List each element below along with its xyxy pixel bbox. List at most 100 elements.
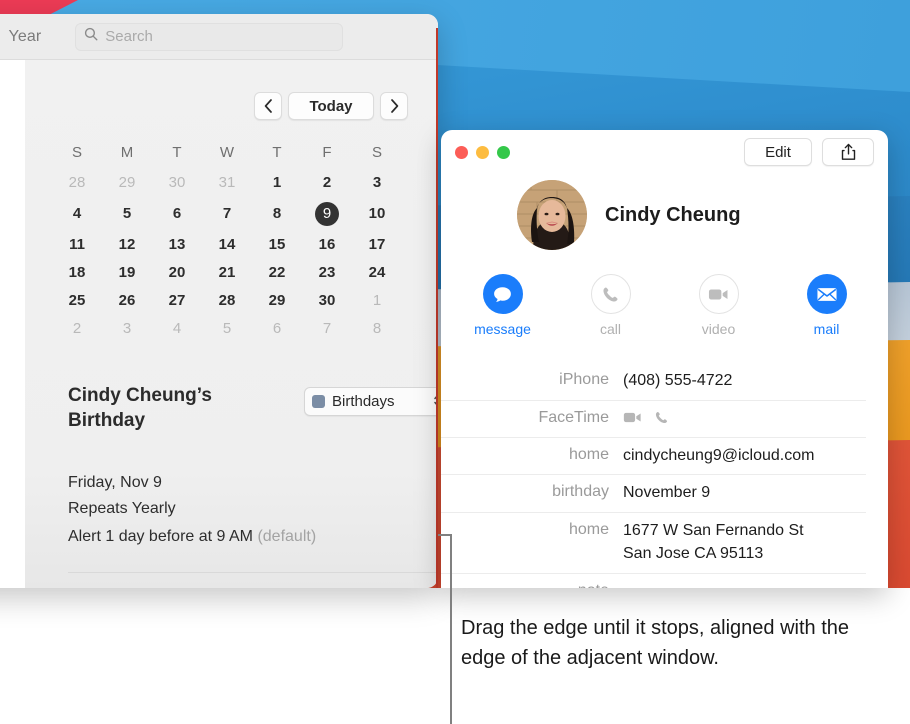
phone-icon[interactable] (654, 410, 669, 430)
calendar-day-cell[interactable]: 23 (302, 259, 352, 287)
call-action[interactable]: call (583, 274, 639, 337)
calendar-day-cell[interactable]: 4 (152, 315, 202, 343)
contact-detail-label: birthday (552, 483, 609, 501)
calendar-day-cell[interactable]: 20 (152, 259, 202, 287)
event-alert-default: (default) (257, 528, 317, 545)
window-drag-edge-indicator[interactable] (436, 28, 438, 588)
calendar-day-cell[interactable]: 12 (102, 231, 152, 259)
calendar-day-cell[interactable]: 21 (202, 259, 252, 287)
view-year-button[interactable]: Year (0, 28, 63, 46)
contact-header: Cindy Cheung (441, 174, 888, 250)
mail-action[interactable]: mail (799, 274, 855, 337)
calendar-day-cell[interactable]: 7 (302, 315, 352, 343)
event-alert-text: Alert 1 day before at 9 AM (68, 528, 253, 545)
calendar-day-cell[interactable]: 25 (52, 287, 102, 315)
calendar-day-cell[interactable]: 30 (302, 287, 352, 315)
calendar-day-cell[interactable]: 9 (302, 197, 352, 231)
calendar-day-cell[interactable]: 5 (102, 197, 152, 231)
previous-period-button[interactable] (254, 92, 282, 120)
calendar-day-cell[interactable]: 7 (202, 197, 252, 231)
calendar-day-cell[interactable]: 28 (202, 287, 252, 315)
calendar-day-number: 22 (268, 264, 286, 281)
calendar-toolbar: onth Year Search (0, 14, 438, 60)
calendar-day-number: 30 (168, 174, 186, 191)
contact-detail-row[interactable]: FaceTime (441, 399, 866, 437)
today-button[interactable]: Today (288, 92, 374, 120)
mail-action-label: mail (813, 321, 840, 337)
calendar-day-cell[interactable]: 8 (352, 315, 402, 343)
contact-detail-row[interactable]: iPhone (408) 555-4722 (441, 363, 866, 400)
calendar-day-number: 10 (368, 205, 386, 222)
calendar-day-cell[interactable]: 6 (252, 315, 302, 343)
calendar-day-cell[interactable]: 8 (252, 197, 302, 231)
calendar-day-cell[interactable]: 14 (202, 231, 252, 259)
calendar-day-number: 28 (68, 174, 86, 191)
zoom-icon[interactable] (497, 145, 510, 159)
weekday-header-1: M (120, 144, 134, 161)
calendar-day-number: 6 (272, 320, 282, 337)
calendar-day-number: 6 (172, 205, 182, 222)
calendar-day-cell[interactable]: 26 (102, 287, 152, 315)
share-button[interactable] (822, 138, 874, 166)
calendar-day-cell[interactable]: 19 (102, 259, 152, 287)
calendar-day-number: 5 (222, 320, 232, 337)
weekday-header-2: T (172, 144, 182, 161)
search-field[interactable]: Search (75, 22, 344, 51)
weekday-header-3: W (219, 144, 235, 161)
calendar-day-cell[interactable]: 3 (102, 315, 152, 343)
next-period-button[interactable] (380, 92, 408, 120)
envelope-icon (806, 274, 847, 314)
calendar-day-cell[interactable]: 22 (252, 259, 302, 287)
video-camera-icon[interactable] (623, 411, 642, 429)
calendar-day-cell[interactable]: 28 (52, 169, 102, 197)
calendar-day-cell[interactable]: 31 (202, 169, 252, 197)
weekday-header-0: S (71, 144, 82, 161)
calendar-day-cell[interactable]: 2 (302, 169, 352, 197)
calendar-day-rows: 28 29 30 31 1 2 3 4 5 6 7 8 9 10 11 12 13 14 15 16 17 18 19 20 2… (52, 169, 402, 343)
contact-detail-row[interactable]: note (441, 572, 866, 588)
video-action[interactable]: video (691, 274, 747, 337)
calendar-day-cell[interactable]: 4 (52, 197, 102, 231)
contact-detail-row[interactable]: birthday November 9 (441, 474, 866, 512)
minimize-icon[interactable] (476, 145, 489, 159)
calendar-day-cell[interactable]: 29 (252, 287, 302, 315)
message-action-label: message (474, 321, 531, 337)
calendar-day-cell[interactable]: 3 (352, 169, 402, 197)
contact-detail-row[interactable]: home cindycheung9@icloud.com (441, 436, 866, 475)
close-icon[interactable] (455, 145, 468, 159)
calendar-day-cell[interactable]: 29 (102, 169, 152, 197)
calendar-day-cell[interactable]: 30 (152, 169, 202, 197)
calendar-day-cell[interactable]: 27 (152, 287, 202, 315)
contact-titlebar: Edit (441, 130, 888, 174)
calendar-day-cell[interactable]: 24 (352, 259, 402, 287)
contact-detail-row[interactable]: home 1677 W San Fernando St San Jose CA 95… (441, 512, 866, 572)
edit-button[interactable]: Edit (744, 138, 812, 166)
message-action[interactable]: message (474, 274, 531, 337)
calendar-day-cell[interactable]: 16 (302, 231, 352, 259)
contact-detail-label: FaceTime (538, 408, 609, 426)
calendar-day-cell[interactable]: 11 (52, 231, 102, 259)
contact-card-window: Edit Cindy Cheung message call video mai… (441, 130, 888, 588)
calendar-day-cell[interactable]: 5 (202, 315, 252, 343)
contact-detail-value: cindycheung9@icloud.com (623, 446, 815, 464)
calendar-day-cell[interactable]: 1 (352, 287, 402, 315)
calendar-week-row: 11 12 13 14 15 16 17 (52, 231, 402, 259)
calendar-day-cell[interactable]: 2 (52, 315, 102, 343)
mini-month-calendar[interactable]: SMTWTFS 28 29 30 31 1 2 3 4 5 6 7 8 9 10 11 12 13 14 15 16 1… (52, 140, 402, 343)
calendar-day-cell[interactable]: 15 (252, 231, 302, 259)
calendar-day-number: 26 (118, 292, 136, 309)
calendar-day-number: 15 (268, 236, 286, 253)
calendar-day-number: 2 (322, 174, 332, 191)
calendar-day-cell[interactable]: 18 (52, 259, 102, 287)
calendar-day-cell[interactable]: 1 (252, 169, 302, 197)
contact-detail-value: (408) 555-4722 (623, 372, 733, 389)
contact-detail-value: November 9 (623, 484, 711, 502)
calendar-select[interactable]: Birthdays (304, 387, 438, 416)
calendar-day-cell[interactable]: 10 (352, 197, 402, 231)
calendar-day-number: 16 (318, 236, 336, 253)
calendar-day-cell[interactable]: 17 (352, 231, 402, 259)
calendar-day-cell[interactable]: 13 (152, 231, 202, 259)
calendar-day-number: 23 (318, 264, 336, 281)
calendar-day-selected: 9 (315, 202, 339, 226)
calendar-day-cell[interactable]: 6 (152, 197, 202, 231)
